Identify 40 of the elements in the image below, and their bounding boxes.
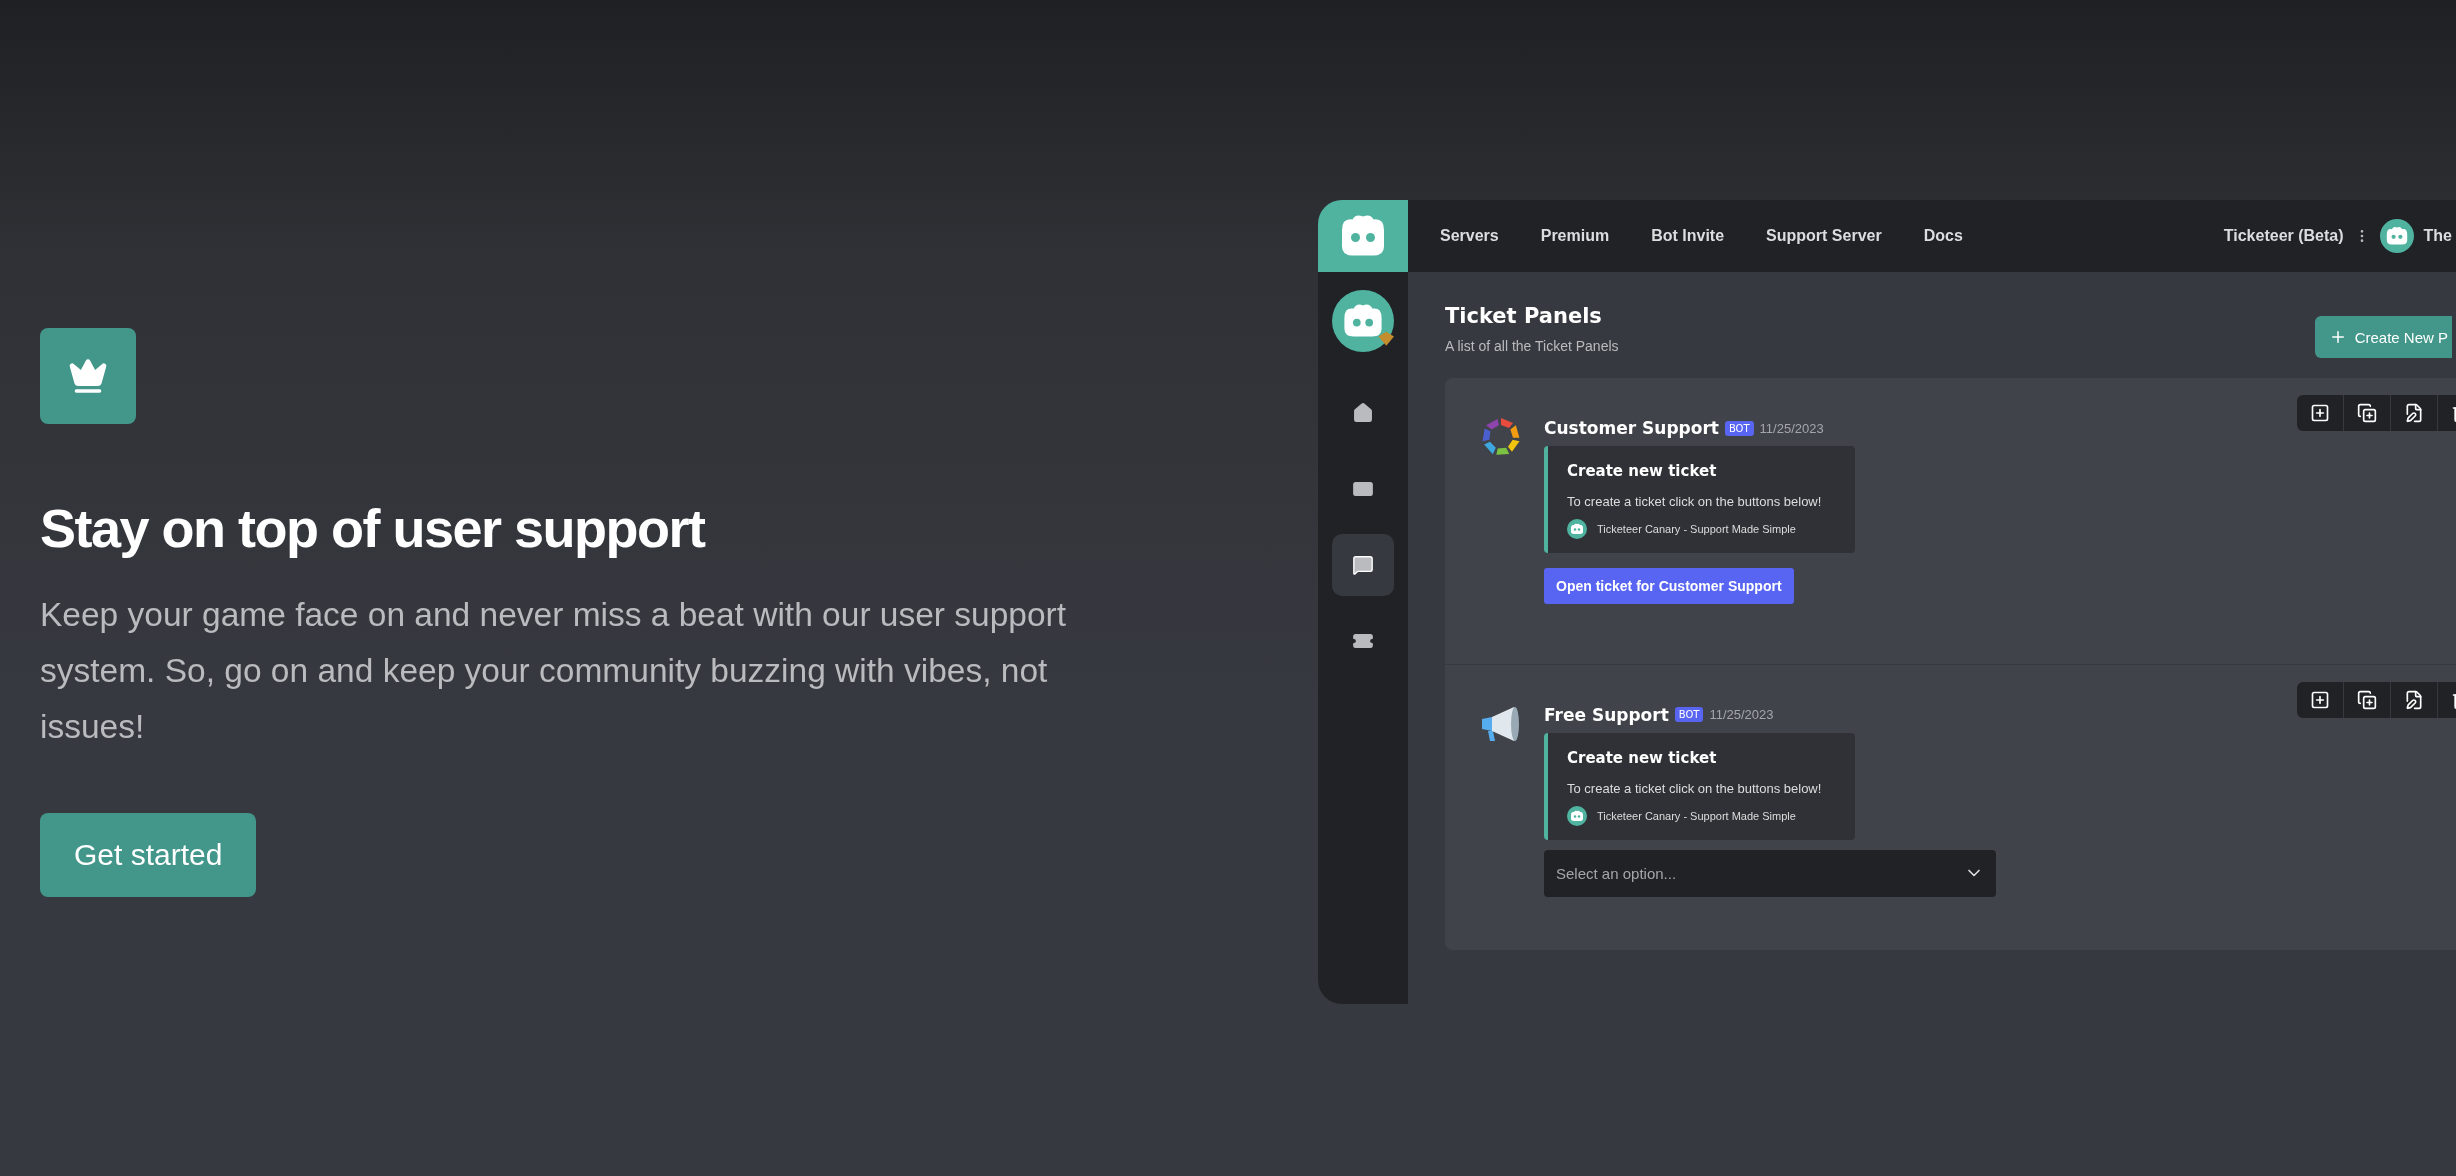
nav-link[interactable]: Docs bbox=[1923, 227, 1963, 245]
panel-name: Free Support bbox=[1544, 704, 1669, 725]
edit-icon bbox=[2404, 689, 2424, 710]
edit-icon bbox=[2404, 403, 2424, 423]
server-name[interactable]: Ticketeer (Beta) bbox=[2223, 227, 2344, 245]
page-title: Ticket Panels bbox=[1445, 304, 1603, 328]
user-name: The bbox=[2423, 227, 2452, 245]
nav-link[interactable]: Bot Invite bbox=[1651, 227, 1725, 245]
nav-link[interactable]: Premium bbox=[1540, 227, 1610, 245]
copy-icon bbox=[2357, 403, 2377, 423]
footer-avatar bbox=[1567, 805, 1587, 826]
panel-name: Customer Support bbox=[1544, 418, 1719, 438]
nav-link[interactable]: Servers bbox=[1440, 227, 1499, 245]
embed-footer: Ticketeer Canary - Support Made Simple bbox=[1597, 809, 1796, 822]
bot-avatar bbox=[1332, 290, 1394, 352]
embed-title: Create new ticket bbox=[1567, 748, 1718, 767]
crown-icon bbox=[68, 356, 108, 396]
embed-description: To create a ticket click on the buttons below! bbox=[1567, 494, 1823, 509]
plus-square-icon bbox=[2310, 689, 2330, 710]
hero-description: Keep your game face on and never miss a beat with our user support system. So, go on and keep your community buzzing with vibes, not issues! bbox=[40, 594, 1068, 747]
page-subtitle: A list of all the Ticket Panels bbox=[1445, 338, 1619, 354]
sidebar-item[interactable] bbox=[1332, 534, 1394, 596]
open-ticket-button[interactable]: Open ticket for Customer Support bbox=[1544, 568, 1794, 604]
bot-tag: BOT bbox=[1724, 420, 1754, 436]
hero-heading: Stay on top of user support bbox=[40, 497, 705, 560]
select-dropdown[interactable]: Select an option... bbox=[1544, 849, 1996, 897]
plus-square-icon bbox=[2310, 403, 2330, 423]
nav-link[interactable]: Support Server bbox=[1766, 227, 1882, 245]
message-date: 11/25/2023 bbox=[1759, 420, 1824, 436]
embed-title: Create new ticket bbox=[1567, 462, 1718, 480]
copy-icon bbox=[2357, 689, 2377, 710]
footer-avatar bbox=[1567, 519, 1587, 539]
select-placeholder: Select an option... bbox=[1556, 864, 1677, 882]
bot-tag: BOT bbox=[1674, 707, 1704, 722]
home-icon bbox=[1352, 402, 1374, 424]
embed-description: To create a ticket click on the buttons below! bbox=[1567, 780, 1823, 796]
message-date: 11/25/2023 bbox=[1709, 707, 1774, 722]
chat-icon bbox=[1352, 554, 1374, 576]
embed-footer: Ticketeer Canary - Support Made Simple bbox=[1597, 523, 1796, 535]
user-avatar bbox=[2379, 219, 2414, 253]
